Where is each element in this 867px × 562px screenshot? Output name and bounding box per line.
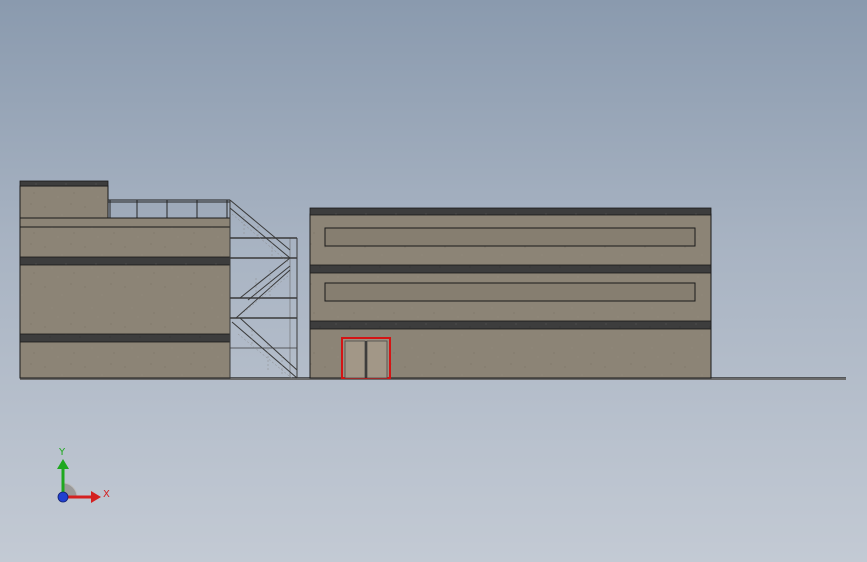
entrance-door[interactable] bbox=[341, 337, 391, 379]
right-roof-cap bbox=[309, 207, 712, 216]
left-main-wall bbox=[19, 217, 231, 379]
window-strip-upper bbox=[324, 227, 696, 247]
coordinate-triad[interactable]: Y X bbox=[57, 447, 110, 503]
left-building[interactable] bbox=[19, 180, 231, 379]
left-band-2 bbox=[19, 333, 231, 343]
triad-x-arrow-icon bbox=[91, 491, 101, 503]
external-staircase[interactable] bbox=[229, 199, 298, 381]
model-view[interactable]: Y X bbox=[0, 0, 867, 562]
triad-y-arrow-icon bbox=[57, 459, 69, 469]
triad-y-label: Y bbox=[58, 447, 66, 458]
right-band-1 bbox=[309, 264, 712, 274]
right-band-2 bbox=[309, 320, 712, 330]
left-upper-cap bbox=[19, 180, 109, 187]
triad-x-label: X bbox=[103, 489, 110, 500]
triad-z-origin-icon bbox=[57, 491, 69, 503]
graphics-viewport[interactable]: Y X bbox=[0, 0, 867, 562]
right-building[interactable] bbox=[309, 207, 712, 379]
left-band-1 bbox=[19, 256, 231, 266]
left-upper-block bbox=[19, 185, 109, 219]
window-strip-lower bbox=[324, 282, 696, 302]
